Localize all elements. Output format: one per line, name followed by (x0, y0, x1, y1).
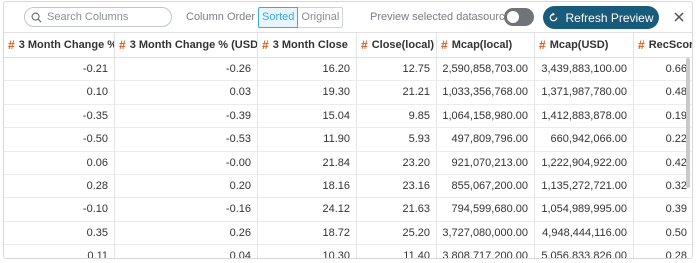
table-cell: 0.35 (4, 221, 115, 245)
table-cell: 0.03 (115, 81, 258, 104)
numeric-hash-icon: # (262, 38, 269, 52)
table-cell: 660,942,066.00 (535, 128, 634, 151)
table-row: 0.10 0.03 19.30 21.21 1,033,356,768.00 1… (4, 81, 692, 105)
column-header[interactable]: #3 Month Change % (USD) (115, 33, 258, 57)
table-cell: 25.20 (357, 221, 437, 245)
table-cell: 3,439,883,100.00 (535, 58, 634, 81)
table-cell: 5.93 (357, 128, 437, 151)
table-cell: 0.04 (115, 245, 258, 258)
table-cell: 3,808,717,200.00 (437, 245, 535, 258)
table-cell: -0.53 (115, 128, 258, 151)
table-cell: -0.50 (4, 128, 115, 151)
numeric-hash-icon: # (119, 38, 126, 52)
table-header-row: #3 Month Change % #3 Month Change % (USD… (4, 32, 692, 58)
table-cell: 10.30 (258, 245, 357, 258)
table-cell: 2,590,858,703.00 (437, 58, 535, 81)
table-cell: -0.21 (4, 58, 115, 81)
table-cell: 855,067,200.00 (437, 174, 535, 198)
table-cell: 19.30 (258, 81, 357, 104)
search-columns-input[interactable] (47, 11, 165, 23)
table-cell: -0.16 (115, 198, 258, 221)
numeric-hash-icon: # (8, 38, 15, 52)
table-cell: 0.06 (4, 151, 115, 174)
table-cell: -0.00 (115, 151, 258, 174)
table-row: 0.28 0.20 18.16 23.16 855,067,200.00 1,1… (4, 174, 692, 199)
table-cell: 0.26 (115, 221, 258, 245)
column-header[interactable]: # Mcap(local) (437, 33, 535, 57)
column-order-toggle: Sorted Original (258, 7, 344, 28)
table-cell: 497,809,796.00 (437, 128, 535, 151)
table-cell: 11.40 (357, 245, 437, 258)
table-row: 0.06 -0.00 21.84 23.20 921,070,213.00 1,… (4, 151, 692, 175)
close-icon[interactable] (673, 11, 685, 23)
table-cell: 5,056,833,826.00 (535, 245, 634, 258)
table-cell: 18.72 (258, 221, 357, 245)
numeric-hash-icon: # (539, 38, 546, 52)
table-cell: 11.90 (258, 128, 357, 151)
search-box[interactable] (24, 7, 172, 27)
preview-table: #3 Month Change % #3 Month Change % (USD… (4, 32, 692, 258)
column-header[interactable]: # Mcap(USD) (535, 33, 634, 57)
table-row: -0.50 -0.53 11.90 5.93 497,809,796.00 66… (4, 128, 692, 152)
table-cell: 9.85 (357, 104, 437, 128)
column-header[interactable]: #3 Month Close (258, 33, 357, 57)
table-cell: 24.12 (258, 198, 357, 221)
numeric-hash-icon: # (638, 38, 645, 52)
table-cell: 16.20 (258, 58, 357, 81)
table-cell: 15.04 (258, 104, 357, 128)
refresh-preview-button[interactable]: Refresh Preview (543, 6, 659, 29)
table-cell: -0.26 (115, 58, 258, 81)
table-cell: 0.20 (115, 174, 258, 198)
table-cell: 1,135,272,721.00 (535, 174, 634, 198)
table-cell: 1,371,987,780.00 (535, 81, 634, 104)
column-order-label: Column Order (186, 11, 256, 23)
table-cell: 21.21 (357, 81, 437, 104)
table-row: -0.10 -0.16 24.12 21.63 794,599,680.00 1… (4, 198, 692, 222)
vertical-scrollbar[interactable] (685, 58, 691, 254)
column-header[interactable]: # Close(local) (357, 33, 437, 57)
table-cell: 3,727,080,000.00 (437, 221, 535, 245)
table-cell: 23.20 (357, 151, 437, 174)
table-cell: 18.16 (258, 174, 357, 198)
table-cell: 21.63 (357, 198, 437, 221)
table-cell: 4,948,444,116.00 (535, 221, 634, 245)
table-cell: 0.28 (4, 174, 115, 198)
table-row: 0.35 0.26 18.72 25.20 3,727,080,000.00 4… (4, 221, 692, 246)
table-cell: 1,054,989,995.00 (535, 198, 634, 221)
preview-toggle[interactable] (504, 8, 534, 26)
table-row: -0.21 -0.26 16.20 12.75 2,590,858,703.00… (4, 58, 692, 82)
original-button[interactable]: Original (298, 7, 344, 28)
scrollbar-thumb[interactable] (686, 58, 690, 188)
sorted-button[interactable]: Sorted (258, 7, 299, 28)
table-cell: 21.84 (258, 151, 357, 174)
table-cell: 12.75 (357, 58, 437, 81)
column-header[interactable]: #3 Month Change % (4, 33, 115, 57)
table-cell: 794,599,680.00 (437, 198, 535, 221)
table-cell: 1,064,158,980.00 (437, 104, 535, 128)
table-cell: 0.10 (4, 81, 115, 104)
table-row: 0.11 0.04 10.30 11.40 3,808,717,200.00 5… (4, 245, 692, 258)
search-icon (31, 12, 42, 23)
refresh-preview-label: Refresh Preview (565, 10, 654, 25)
table-row: -0.35 -0.39 15.04 9.85 1,064,158,980.00 … (4, 104, 692, 129)
table-cell: 1,412,883,878.00 (535, 104, 634, 128)
toolbar: Column Order Sorted Original Preview sel… (4, 2, 692, 32)
table-cell: -0.35 (4, 104, 115, 128)
table-cell: -0.39 (115, 104, 258, 128)
table-cell: 921,070,213.00 (437, 151, 535, 174)
table-cell: 1,222,904,922.00 (535, 151, 634, 174)
preview-datasource-label: Preview selected datasource (370, 11, 511, 23)
refresh-icon (550, 12, 558, 22)
toggle-knob (507, 11, 519, 23)
numeric-hash-icon: # (441, 38, 448, 52)
table-cell: -0.10 (4, 198, 115, 221)
table-cell: 23.16 (357, 174, 437, 198)
column-header[interactable]: #RecScore (634, 33, 692, 57)
table-cell: 1,033,356,768.00 (437, 81, 535, 104)
numeric-hash-icon: # (361, 38, 368, 52)
table-cell: 0.11 (4, 245, 115, 258)
column-preview-panel: Column Order Sorted Original Preview sel… (3, 1, 693, 259)
